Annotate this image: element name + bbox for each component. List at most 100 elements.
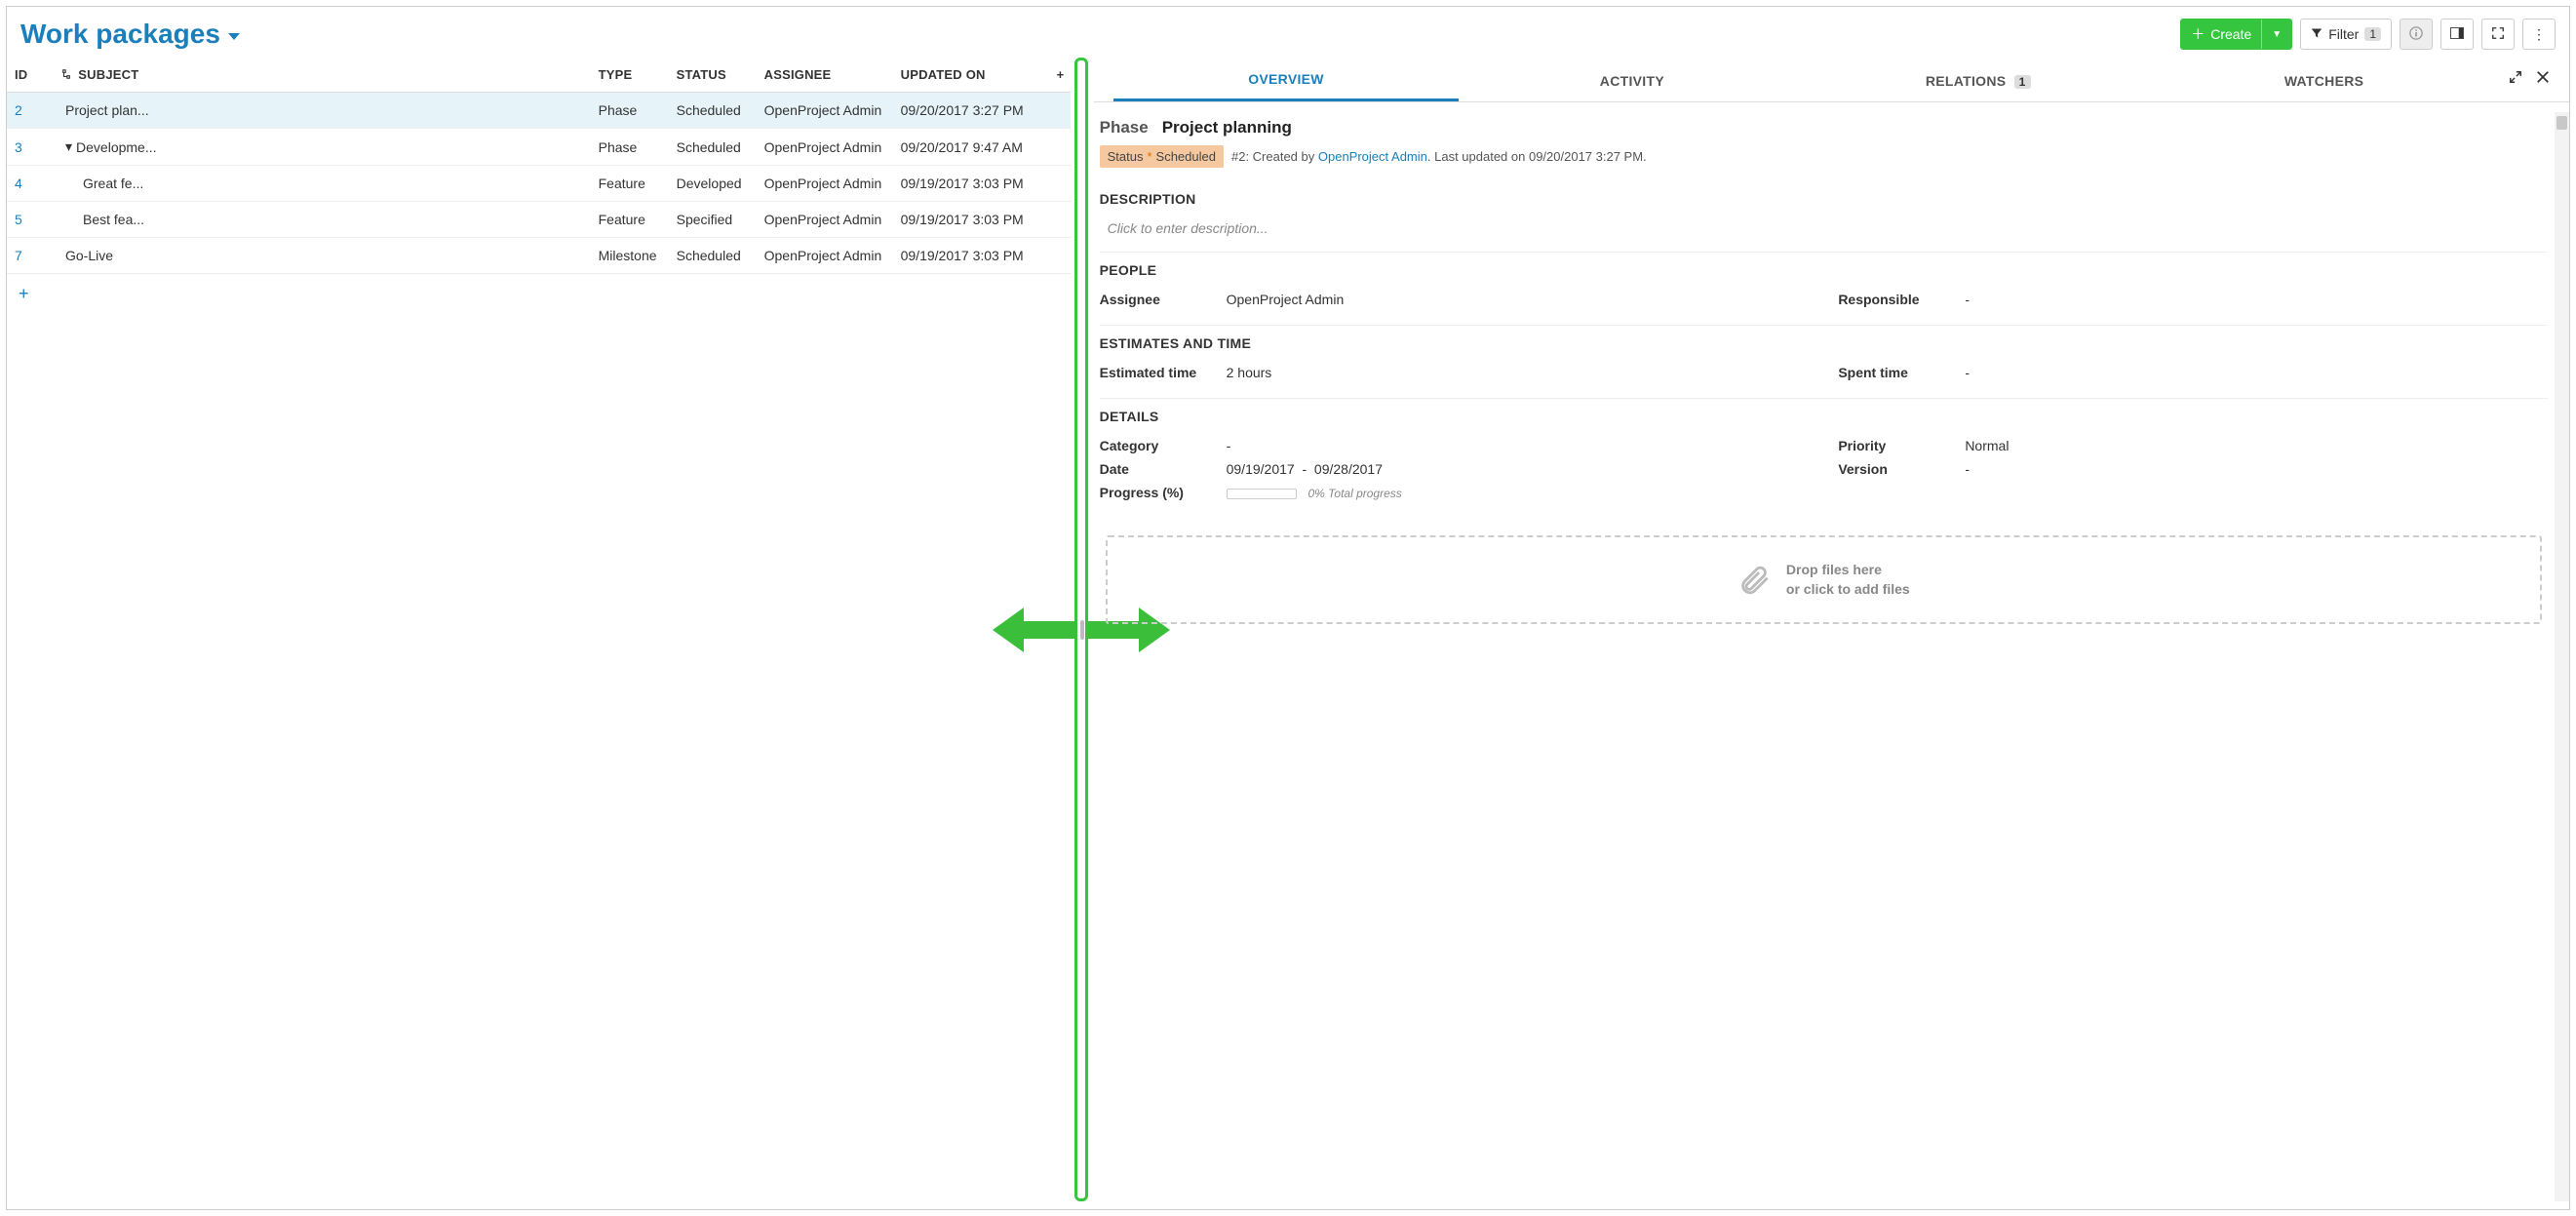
cell-subject[interactable]: Go-Live [54, 238, 591, 274]
tab-relations[interactable]: Relations 1 [1805, 59, 2151, 100]
cell-id[interactable]: 3 [7, 129, 54, 166]
chevron-down-icon[interactable]: ▾ [65, 138, 72, 155]
filter-button-label: Filter [2328, 26, 2359, 42]
cell-id[interactable]: 4 [7, 166, 54, 202]
tab-overview-label: Overview [1248, 71, 1324, 87]
cell-type[interactable]: Milestone [591, 238, 669, 274]
cell-assignee[interactable]: OpenProject Admin [757, 238, 893, 274]
cell-updated[interactable]: 09/19/2017 3:03 PM [893, 202, 1049, 238]
description-input[interactable]: Click to enter description... [1100, 216, 2548, 238]
detail-type[interactable]: Phase [1100, 118, 1149, 137]
cell-id[interactable]: 7 [7, 238, 54, 274]
add-column-button[interactable]: + [1049, 58, 1071, 93]
cell-status[interactable]: Specified [669, 202, 757, 238]
close-detail-button[interactable] [2536, 70, 2550, 89]
tab-overview[interactable]: Overview [1113, 58, 1460, 101]
kebab-icon: ⋮ [2532, 26, 2546, 43]
cell-assignee[interactable]: OpenProject Admin [757, 93, 893, 129]
version-label: Version [1838, 461, 1965, 477]
tab-watchers-label: Watchers [2284, 73, 2363, 89]
status-pill-value: Scheduled [1156, 149, 1216, 164]
drag-handle-icon [1080, 620, 1084, 640]
attachment-dropzone[interactable]: Drop files here or click to add files [1106, 535, 2542, 624]
progress-value[interactable]: 0% Total progress [1227, 485, 1810, 500]
create-button[interactable]: ＋ Create ▼ [2180, 19, 2292, 50]
cell-updated[interactable]: 09/19/2017 3:03 PM [893, 238, 1049, 274]
cell-subject[interactable]: Project plan... [54, 93, 591, 129]
dropzone-line2: or click to add files [1786, 580, 1910, 600]
cell-id[interactable]: 5 [7, 202, 54, 238]
table-row[interactable]: 7Go-LiveMilestoneScheduledOpenProject Ad… [7, 238, 1071, 274]
cell-assignee[interactable]: OpenProject Admin [757, 166, 893, 202]
expand-detail-button[interactable] [2509, 70, 2522, 89]
section-details-heading: DETAILS [1100, 409, 2548, 424]
priority-value[interactable]: Normal [1965, 438, 2548, 453]
responsible-value[interactable]: - [1965, 292, 2548, 307]
fullscreen-button[interactable] [2481, 19, 2515, 50]
author-link[interactable]: OpenProject Admin [1318, 149, 1427, 164]
table-row[interactable]: 5Best fea...FeatureSpecifiedOpenProject … [7, 202, 1071, 238]
table-row[interactable]: 2Project plan...PhaseScheduledOpenProjec… [7, 93, 1071, 129]
col-updated[interactable]: UPDATED ON [893, 58, 1049, 93]
cell-updated[interactable]: 09/20/2017 3:27 PM [893, 93, 1049, 129]
details-view-button[interactable] [2440, 19, 2474, 50]
spent-time-value[interactable]: - [1965, 365, 2548, 380]
cell-status[interactable]: Scheduled [669, 93, 757, 129]
col-type[interactable]: TYPE [591, 58, 669, 93]
plus-icon: ＋ [2191, 24, 2205, 44]
dropzone-line1: Drop files here [1786, 561, 1910, 580]
page-title-text: Work packages [20, 19, 220, 50]
category-label: Category [1100, 438, 1227, 453]
assignee-value[interactable]: OpenProject Admin [1227, 292, 1810, 307]
relations-count-badge: 1 [2014, 75, 2031, 89]
scroll-up-icon [2556, 116, 2567, 130]
progress-bar [1227, 489, 1297, 499]
cell-subject[interactable]: Best fea... [54, 202, 591, 238]
date-value[interactable]: 09/19/2017 - 09/28/2017 [1227, 461, 1810, 477]
table-row[interactable]: 4Great fe...FeatureDevelopedOpenProject … [7, 166, 1071, 202]
table-row[interactable]: 3▾Developme...PhaseScheduledOpenProject … [7, 129, 1071, 166]
est-time-value[interactable]: 2 hours [1227, 365, 1810, 380]
cell-updated[interactable]: 09/19/2017 3:03 PM [893, 166, 1049, 202]
page-title[interactable]: Work packages [20, 19, 240, 50]
date-label: Date [1100, 461, 1227, 477]
est-time-label: Estimated time [1100, 365, 1227, 380]
add-row-button[interactable]: + [7, 274, 1071, 314]
info-button[interactable] [2400, 19, 2433, 50]
tab-activity[interactable]: Activity [1459, 59, 1805, 100]
spent-time-label: Spent time [1838, 365, 1965, 380]
cell-id[interactable]: 2 [7, 93, 54, 129]
section-description-heading: DESCRIPTION [1100, 191, 2548, 207]
cell-status[interactable]: Scheduled [669, 238, 757, 274]
cell-type[interactable]: Phase [591, 129, 669, 166]
pane-splitter[interactable] [1071, 58, 1094, 1201]
cell-assignee[interactable]: OpenProject Admin [757, 129, 893, 166]
responsible-label: Responsible [1838, 292, 1965, 307]
cell-status[interactable]: Developed [669, 166, 757, 202]
cell-status[interactable]: Scheduled [669, 129, 757, 166]
cell-updated[interactable]: 09/20/2017 9:47 AM [893, 129, 1049, 166]
detail-subject[interactable]: Project planning [1162, 118, 1292, 137]
cell-type[interactable]: Feature [591, 202, 669, 238]
col-assignee[interactable]: ASSIGNEE [757, 58, 893, 93]
category-value[interactable]: - [1227, 438, 1810, 453]
version-value[interactable]: - [1965, 461, 2548, 477]
more-menu-button[interactable]: ⋮ [2522, 19, 2556, 50]
cell-subject[interactable]: Great fe... [54, 166, 591, 202]
detail-scrollbar[interactable] [2555, 112, 2569, 1201]
col-id[interactable]: ID [7, 58, 54, 93]
col-status[interactable]: STATUS [669, 58, 757, 93]
filter-button[interactable]: Filter 1 [2300, 19, 2392, 50]
fullscreen-icon [2491, 26, 2505, 43]
tab-watchers[interactable]: Watchers [2151, 59, 2497, 100]
cell-type[interactable]: Feature [591, 166, 669, 202]
assignee-label: Assignee [1100, 292, 1227, 307]
cell-subject[interactable]: ▾Developme... [54, 129, 591, 166]
status-pill-label: Status [1108, 149, 1144, 164]
status-pill[interactable]: Status * Scheduled [1100, 145, 1224, 168]
col-subject[interactable]: SUBJECT [54, 58, 591, 93]
filter-icon [2311, 26, 2322, 42]
panel-right-icon [2450, 26, 2464, 42]
cell-assignee[interactable]: OpenProject Admin [757, 202, 893, 238]
cell-type[interactable]: Phase [591, 93, 669, 129]
